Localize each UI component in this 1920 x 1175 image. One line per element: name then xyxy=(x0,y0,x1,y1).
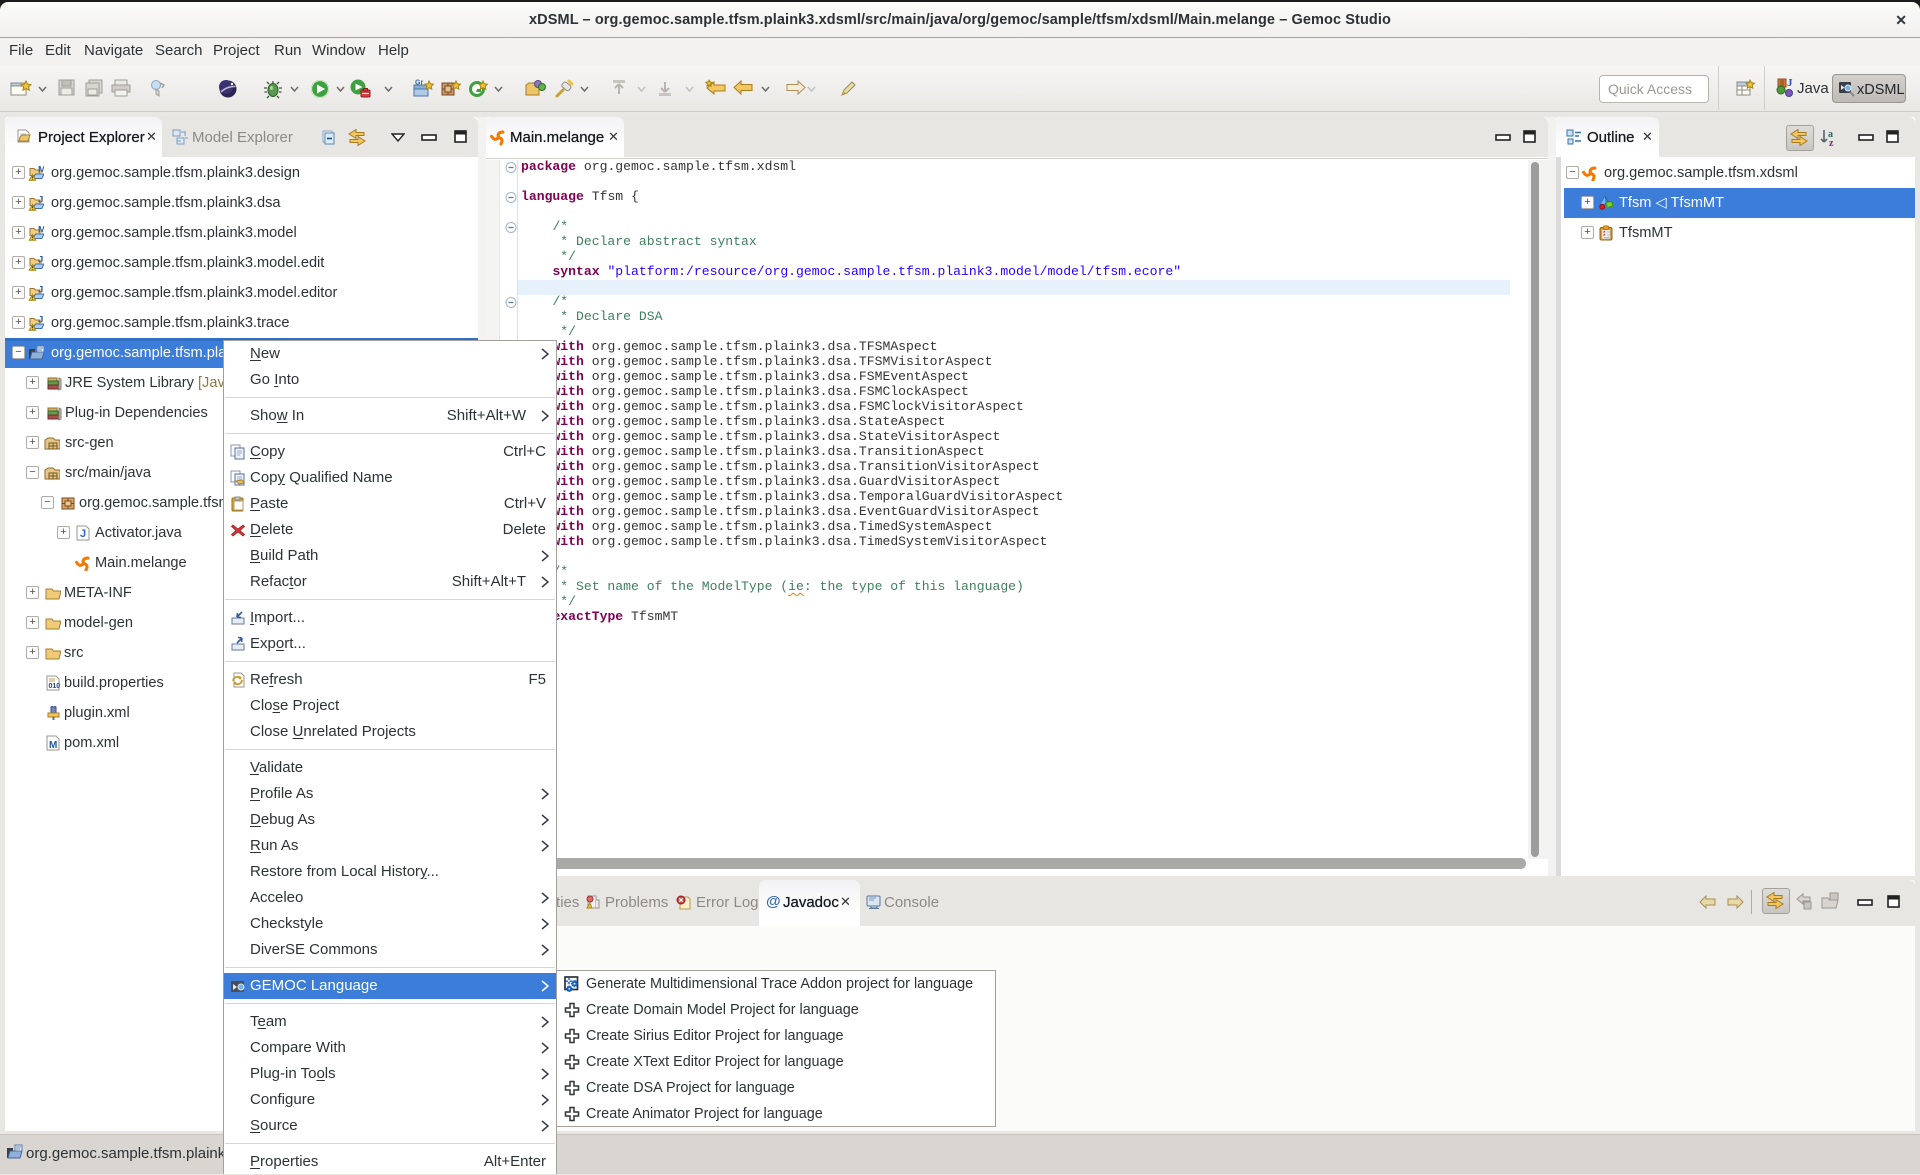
svg-text:Gr: Gr xyxy=(415,80,423,87)
svg-text:J: J xyxy=(80,528,86,540)
svg-text:J: J xyxy=(38,285,43,296)
svg-text:J: J xyxy=(1787,77,1793,89)
svg-text:J: J xyxy=(38,315,43,326)
svg-text:M: M xyxy=(49,740,57,751)
svg-text:M: M xyxy=(38,165,44,176)
svg-text:M: M xyxy=(38,225,44,236)
svg-text:z: z xyxy=(1829,138,1834,148)
svg-text:010: 010 xyxy=(49,683,61,690)
svg-text:J: J xyxy=(38,195,43,206)
svg-text:J: J xyxy=(38,255,43,266)
